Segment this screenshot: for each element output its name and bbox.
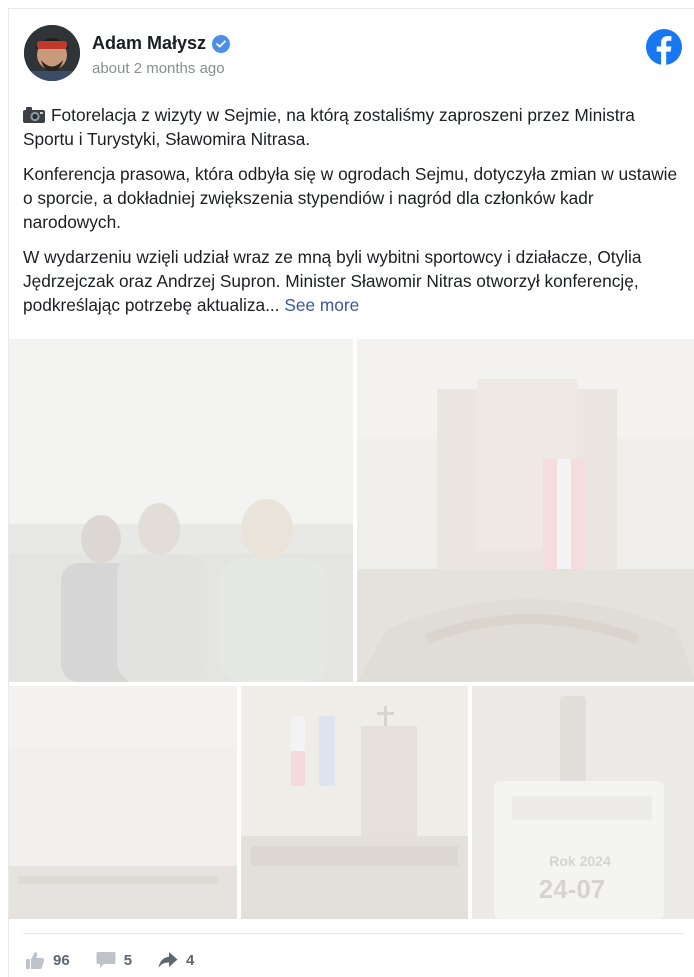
reaction-bar: 96 5 4	[25, 951, 194, 969]
photo-entry-badge[interactable]: Rok 2024 24-07	[472, 686, 694, 919]
photo-hall-ceiling[interactable]	[9, 686, 237, 919]
post-paragraph-3: W wydarzeniu wzięli udział wraz ze mną b…	[23, 245, 685, 317]
share-count[interactable]: 4	[158, 951, 194, 969]
post-header: Adam Małysz about 2 months ago	[23, 25, 684, 85]
post-card: Adam Małysz about 2 months ago Fotorelac…	[8, 8, 694, 977]
like-icon	[26, 952, 45, 969]
post-paragraph-1: Fotorelacja z wizyty w Sejmie, na którą …	[23, 103, 685, 151]
avatar[interactable]	[24, 25, 80, 81]
photo-presidium-flags[interactable]	[241, 686, 468, 919]
facebook-logo-icon[interactable]	[646, 29, 682, 65]
camera-emoji-icon	[23, 107, 45, 123]
share-count-value: 4	[186, 951, 195, 969]
photo-grid: Rok 2024 24-07	[9, 339, 694, 919]
comment-count-value: 5	[123, 951, 133, 969]
comment-icon	[96, 952, 116, 968]
comment-count[interactable]: 5	[96, 951, 132, 969]
photo-sejm-hall[interactable]	[357, 339, 694, 682]
post-paragraph-1-text: Fotorelacja z wizyty w Sejmie, na którą …	[23, 105, 635, 149]
like-count[interactable]: 96	[25, 951, 70, 969]
post-paragraph-2: Konferencja prasowa, która odbyła się w …	[23, 164, 678, 232]
badge-date-text: 24-07	[539, 874, 606, 904]
photo-garden-conference[interactable]	[9, 339, 353, 682]
divider	[23, 933, 684, 934]
post-text: Fotorelacja z wizyty w Sejmie, na którą …	[23, 103, 685, 328]
like-count-value: 96	[53, 951, 70, 969]
author-name[interactable]: Adam Małysz	[92, 33, 206, 54]
see-more-link[interactable]: See more	[284, 295, 359, 315]
post-timestamp[interactable]: about 2 months ago	[92, 60, 225, 77]
verified-badge-icon	[212, 34, 231, 53]
badge-year-text: Rok 2024	[549, 853, 611, 869]
share-icon	[158, 952, 178, 968]
